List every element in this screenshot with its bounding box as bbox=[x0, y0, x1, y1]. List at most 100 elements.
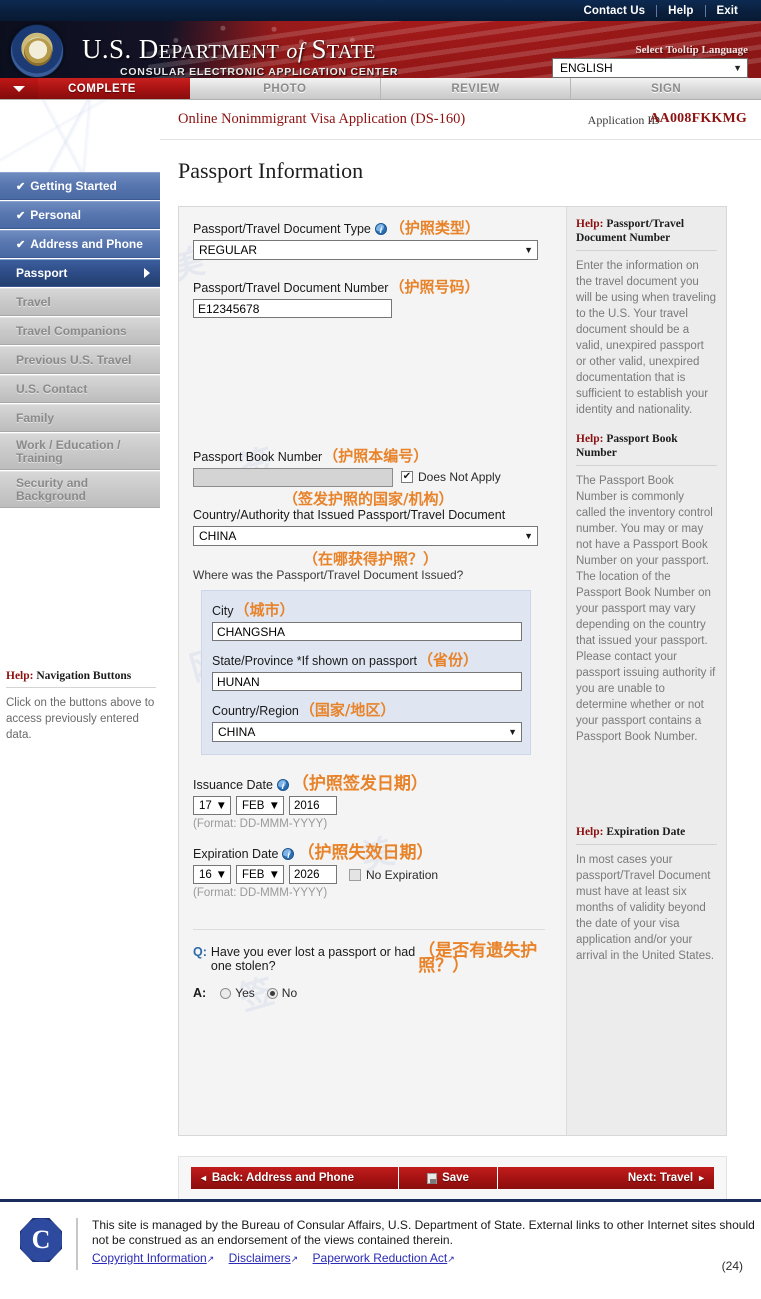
sidebar-item-label: U.S. Contact bbox=[16, 382, 88, 396]
sidebar-item-previous-us-travel[interactable]: Previous U.S. Travel bbox=[0, 346, 160, 374]
paperwork-reduction-act-link[interactable]: Paperwork Reduction Act↗ bbox=[313, 1251, 455, 1265]
disclaimers-link[interactable]: Disclaimers↗ bbox=[229, 1251, 299, 1265]
does-not-apply-group[interactable]: ✔ Does Not Apply bbox=[401, 470, 501, 484]
sidebar-item-passport[interactable]: Passport bbox=[0, 259, 160, 287]
book-number-input[interactable] bbox=[193, 468, 393, 487]
sidebar-nav-list: ✔ Getting Started ✔ Personal ✔ Address a… bbox=[0, 172, 160, 509]
sidebar-item-address-and-phone[interactable]: ✔ Address and Phone bbox=[0, 230, 160, 258]
contact-us-link[interactable]: Contact Us bbox=[572, 5, 656, 17]
no-expiration-group[interactable]: No Expiration bbox=[349, 868, 438, 882]
tab-photo[interactable]: PHOTO bbox=[190, 78, 381, 99]
department-of-state-seal-icon bbox=[10, 24, 64, 78]
title-of: of bbox=[286, 38, 305, 63]
radio-yes[interactable] bbox=[220, 987, 232, 999]
help-body: Enter the information on the travel docu… bbox=[576, 260, 716, 416]
city-label: City bbox=[212, 604, 234, 618]
external-link-icon: ↗ bbox=[290, 1254, 299, 1264]
save-button[interactable]: Save bbox=[399, 1167, 498, 1189]
exit-link[interactable]: Exit bbox=[706, 5, 750, 17]
radio-no[interactable] bbox=[266, 987, 278, 999]
state-province-value: HUNAN bbox=[217, 674, 260, 689]
chevron-down-icon: ▼ bbox=[215, 868, 227, 881]
lost-passport-question: Q: Have you ever lost a passport or had … bbox=[193, 943, 547, 975]
tooltip-language-select[interactable]: ENGLISH ▼ bbox=[552, 58, 748, 78]
country-region-value: CHINA bbox=[218, 725, 256, 739]
chevron-down-icon: ▼ bbox=[508, 727, 517, 737]
info-icon[interactable]: i bbox=[374, 223, 387, 235]
tooltip-language-label: Select Tooltip Language bbox=[635, 44, 748, 56]
content-column: Online Nonimmigrant Visa Application (DS… bbox=[160, 100, 761, 1200]
no-expiration-checkbox[interactable] bbox=[349, 868, 361, 881]
sidebar-item-label-line2: Training bbox=[16, 450, 63, 465]
issuing-country-value: CHINA bbox=[199, 529, 237, 543]
issuance-year-input[interactable]: 2016 bbox=[289, 796, 337, 815]
sidebar-item-us-contact[interactable]: U.S. Contact bbox=[0, 375, 160, 403]
arrow-left-icon: ◄ bbox=[199, 1173, 208, 1183]
application-header: Online Nonimmigrant Visa Application (DS… bbox=[160, 100, 761, 140]
back-button-label: Back: Address and Phone bbox=[211, 1172, 355, 1184]
help-body: The Passport Book Number is commonly cal… bbox=[576, 475, 716, 743]
page-footer: C This site is managed by the Bureau of … bbox=[0, 1199, 761, 1299]
help-link[interactable]: Help bbox=[657, 5, 704, 17]
tab-sign[interactable]: SIGN bbox=[571, 78, 761, 99]
field-label: Expiration Date i （护照失效日期） bbox=[193, 845, 547, 863]
expiration-day-value: 16 bbox=[199, 868, 212, 881]
action-bar-wrapper: ◄ Back: Address and Phone Save Next: Tra… bbox=[178, 1156, 727, 1200]
arrow-right-icon: ► bbox=[697, 1173, 706, 1183]
sidebar-item-personal[interactable]: ✔ Personal bbox=[0, 201, 160, 229]
info-icon[interactable]: i bbox=[276, 779, 289, 791]
copyright-information-link[interactable]: Copyright Information↗ bbox=[92, 1251, 214, 1265]
field-label: Passport Book Number （护照本编号） bbox=[193, 449, 547, 466]
document-type-select[interactable]: REGULAR ▼ bbox=[193, 240, 538, 260]
expiration-month-select[interactable]: FEB ▼ bbox=[236, 865, 284, 884]
sidebar-item-travel-companions[interactable]: Travel Companions bbox=[0, 317, 160, 345]
field-label: Country/Authority that Issued Passport/T… bbox=[193, 507, 547, 524]
sidebar-item-label-line2: Background bbox=[16, 488, 87, 503]
page-root: Contact Us Help Exit U.S. DEPARTMENT of … bbox=[0, 0, 761, 1299]
help-block-expiration-date: Help: Expiration Date In most cases your… bbox=[576, 825, 717, 964]
issue-location-subpanel: City （城市） CHANGSHA State/Province *If sh… bbox=[201, 590, 531, 755]
question-text: Have you ever lost a passport or had one… bbox=[210, 945, 416, 973]
sidebar-item-label: Work / Education / bbox=[16, 437, 121, 452]
does-not-apply-checkbox[interactable]: ✔ bbox=[401, 470, 413, 483]
sidebar-item-security-and-background[interactable]: Security and Background bbox=[0, 471, 160, 508]
field-label: Issuance Date i （护照签发日期） bbox=[193, 776, 547, 794]
back-button[interactable]: ◄ Back: Address and Phone bbox=[191, 1167, 399, 1189]
issuance-day-select[interactable]: 17 ▼ bbox=[193, 796, 231, 815]
state-province-input[interactable]: HUNAN bbox=[212, 672, 522, 691]
book-number-label: Passport Book Number bbox=[193, 450, 323, 464]
issuance-month-select[interactable]: FEB ▼ bbox=[236, 796, 284, 815]
info-icon[interactable]: i bbox=[282, 848, 295, 860]
question-divider bbox=[193, 929, 545, 930]
help-word: Help: bbox=[576, 433, 604, 445]
form-fields-column: Passport/Travel Document Type i （护照类型） R… bbox=[179, 207, 547, 1000]
document-number-input[interactable]: E12345678 bbox=[193, 299, 392, 318]
country-region-annotation: （国家/地区） bbox=[299, 701, 396, 719]
issuing-country-select[interactable]: CHINA ▼ bbox=[193, 526, 538, 546]
expiration-date-format-note: (Format: DD-MMM-YYYY) bbox=[193, 887, 328, 899]
title-department-rest: EPARTMENT bbox=[158, 41, 280, 63]
field-label: Passport/Travel Document Type i （护照类型） bbox=[193, 221, 547, 238]
sidebar-item-getting-started[interactable]: ✔ Getting Started bbox=[0, 172, 160, 200]
city-input[interactable]: CHANGSHA bbox=[212, 622, 522, 641]
link-label: Paperwork Reduction Act bbox=[312, 1251, 448, 1265]
country-region-select[interactable]: CHINA ▼ bbox=[212, 722, 522, 742]
consular-affairs-seal-icon: C bbox=[20, 1218, 62, 1262]
footer-divider bbox=[76, 1218, 78, 1270]
sidebar-item-travel[interactable]: Travel bbox=[0, 288, 160, 316]
save-button-label: Save bbox=[442, 1172, 469, 1184]
sidebar-item-family[interactable]: Family bbox=[0, 404, 160, 432]
next-button[interactable]: Next: Travel ► bbox=[498, 1167, 714, 1189]
sidebar-item-work-education-training[interactable]: Work / Education / Training bbox=[0, 433, 160, 470]
sidebar-help-body: Click on the buttons above to access pre… bbox=[6, 697, 155, 741]
step-expand-arrow[interactable] bbox=[0, 78, 38, 99]
document-type-value: REGULAR bbox=[199, 243, 258, 257]
tab-complete[interactable]: COMPLETE bbox=[38, 78, 190, 99]
expiration-month-value: FEB bbox=[242, 868, 265, 881]
sidebar-item-label: Travel bbox=[16, 295, 51, 309]
expiration-year-input[interactable]: 2026 bbox=[289, 865, 337, 884]
left-sidebar: ✔ Getting Started ✔ Personal ✔ Address a… bbox=[0, 100, 160, 1199]
tab-review[interactable]: REVIEW bbox=[381, 78, 572, 99]
expiration-day-select[interactable]: 16 ▼ bbox=[193, 865, 231, 884]
